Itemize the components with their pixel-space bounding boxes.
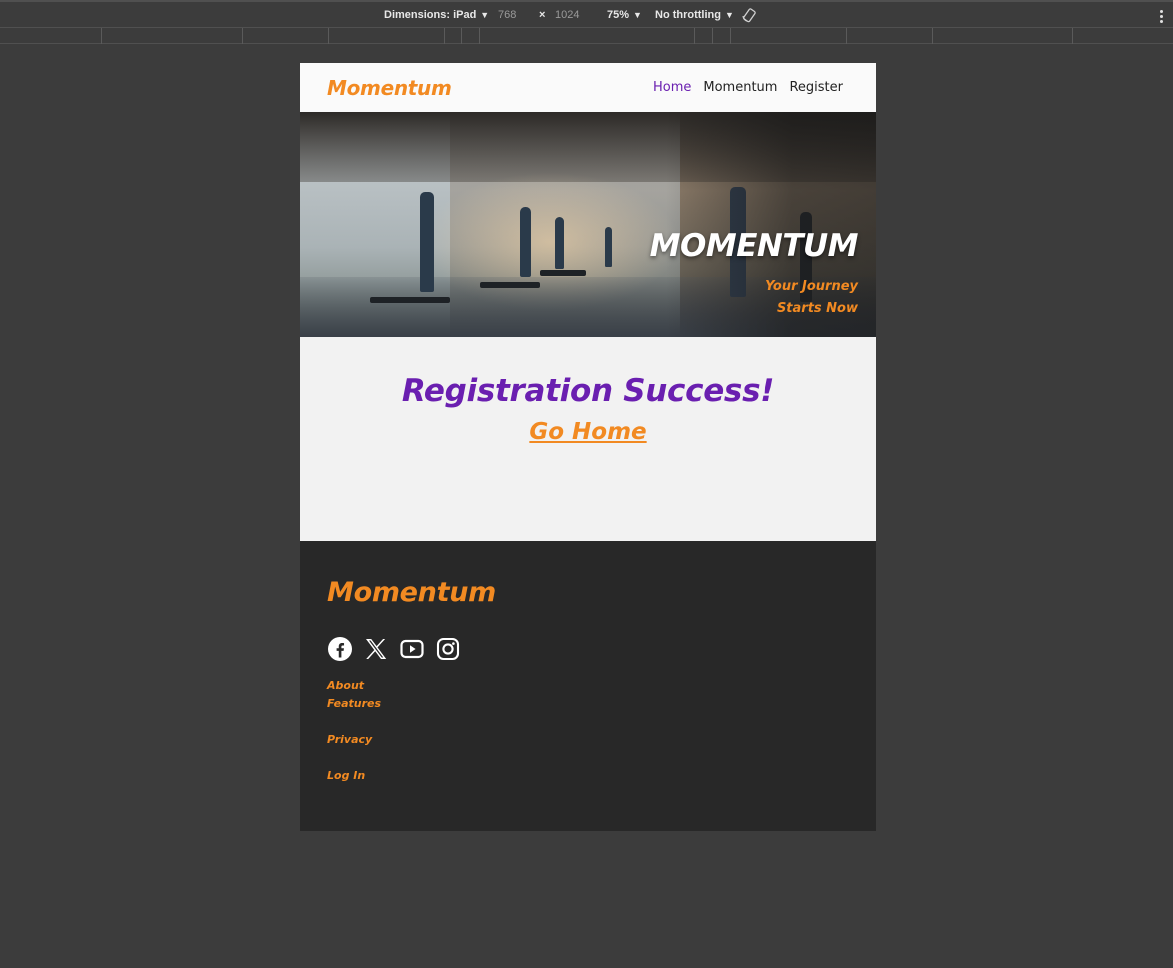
zoom-select[interactable]: 75% ▼ bbox=[607, 9, 642, 21]
footer-link-features[interactable]: Features bbox=[327, 695, 381, 713]
dimensions-select[interactable]: Dimensions: iPad ▼ bbox=[384, 9, 489, 21]
hero-subtitle: Your Journey Starts Now bbox=[718, 276, 858, 320]
times-icon: × bbox=[539, 9, 546, 21]
more-options-icon[interactable] bbox=[1160, 10, 1163, 25]
instagram-icon[interactable] bbox=[435, 636, 461, 662]
hero-title: MOMENTUM bbox=[649, 228, 859, 264]
height-input[interactable]: 1024 bbox=[555, 9, 579, 21]
devtools-device-toolbar: Dimensions: iPad ▼ 768 × 1024 75% ▼ No thr… bbox=[0, 0, 1173, 28]
throttling-select[interactable]: No throttling ▼ bbox=[655, 9, 734, 21]
nav-link-home[interactable]: Home bbox=[653, 80, 691, 95]
footer-brand: Momentum bbox=[327, 577, 496, 608]
width-input[interactable]: 768 bbox=[498, 9, 516, 21]
footer-links: About Features Privacy Log In bbox=[327, 677, 381, 785]
chevron-down-icon: ▼ bbox=[633, 10, 642, 20]
footer-link-about[interactable]: About bbox=[327, 677, 381, 695]
facebook-icon[interactable] bbox=[327, 636, 353, 662]
chevron-down-icon: ▼ bbox=[480, 10, 490, 20]
zoom-label: 75% bbox=[607, 9, 630, 21]
nav-link-momentum[interactable]: Momentum bbox=[703, 80, 777, 95]
social-links bbox=[327, 636, 461, 662]
footer: Momentum About Features Privacy Log In bbox=[300, 541, 876, 831]
go-home-link[interactable]: Go Home bbox=[529, 419, 646, 445]
dimensions-label: Dimensions: iPad bbox=[384, 9, 477, 21]
nav-link-register[interactable]: Register bbox=[789, 80, 843, 95]
x-icon[interactable] bbox=[363, 636, 389, 662]
main-content: Registration Success! Go Home bbox=[300, 337, 876, 541]
nav-brand[interactable]: Momentum bbox=[327, 76, 452, 100]
hero-subtitle-line-2: Starts Now bbox=[776, 301, 858, 316]
chevron-down-icon: ▼ bbox=[724, 10, 734, 20]
rotate-icon[interactable] bbox=[741, 7, 757, 26]
media-query-ruler bbox=[0, 28, 1173, 44]
hero-banner: MOMENTUM Your Journey Starts Now bbox=[300, 112, 876, 337]
device-viewport: Momentum Home Momentum Register MOMENTUM… bbox=[300, 63, 876, 831]
throttling-label: No throttling bbox=[655, 9, 721, 21]
navbar: Momentum Home Momentum Register bbox=[300, 63, 876, 112]
registration-success-heading: Registration Success! bbox=[401, 373, 775, 409]
youtube-icon[interactable] bbox=[399, 636, 425, 662]
footer-link-privacy[interactable]: Privacy bbox=[327, 731, 381, 749]
nav-links: Home Momentum Register bbox=[653, 80, 843, 95]
hero-subtitle-line-1: Your Journey bbox=[765, 279, 858, 294]
footer-link-login[interactable]: Log In bbox=[327, 767, 381, 785]
